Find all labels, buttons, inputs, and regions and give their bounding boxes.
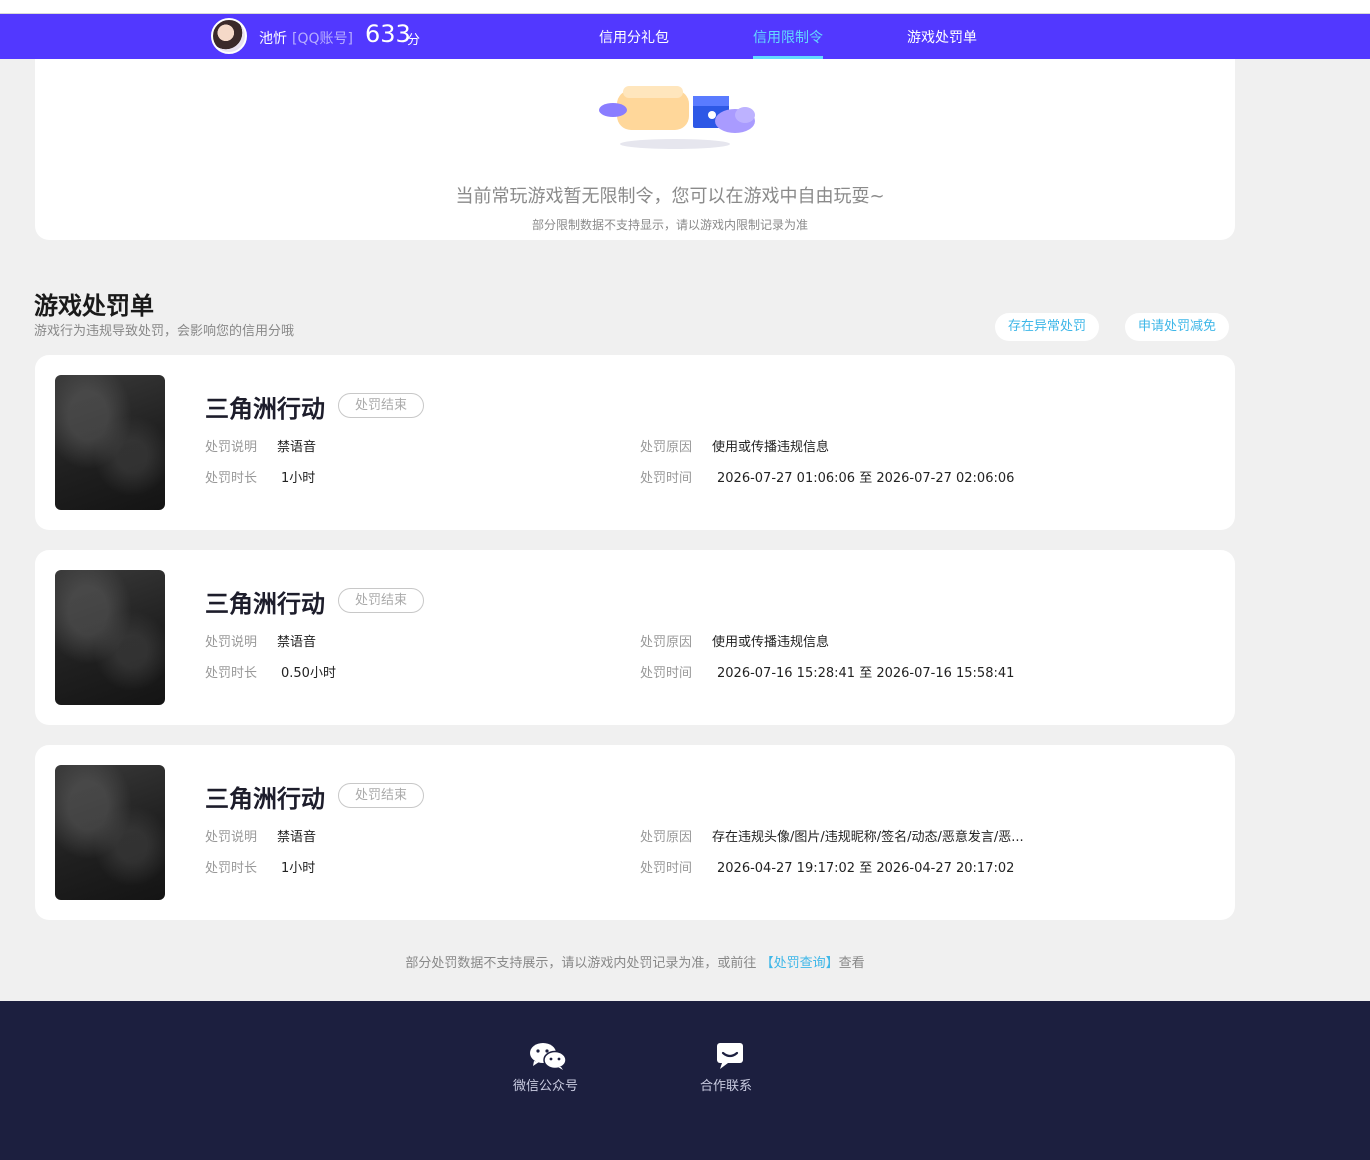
penalty-card: 三角洲行动 处罚结束 处罚说明 禁语音 处罚时长 1小时 处罚原因 存在违规头像… bbox=[35, 745, 1235, 920]
top-navbar: 池忻 [QQ账号] 633 分 信用分礼包 信用限制令 游戏处罚单 bbox=[0, 14, 1370, 59]
section-subtitle: 游戏行为违规导致处罚，会影响您的信用分哦 bbox=[34, 324, 295, 339]
restriction-card: 当前常玩游戏暂无限制令，您可以在游戏中自由玩耍~ 部分限制数据不支持显示，请以游… bbox=[35, 40, 1235, 240]
duration-label: 处罚时长 bbox=[205, 861, 258, 876]
time-label: 处罚时间 bbox=[640, 471, 693, 486]
game-name: 三角洲行动 bbox=[205, 395, 325, 423]
time-value: 2026-07-27 01:06:06 至 2026-07-27 02:06:0… bbox=[717, 471, 1015, 486]
reason-label: 处罚原因 bbox=[640, 440, 693, 455]
restriction-note: 部分限制数据不支持显示，请以游戏内限制记录为准 bbox=[531, 218, 808, 232]
time-label: 处罚时间 bbox=[640, 861, 693, 876]
abnormal-penalty-button[interactable]: 存在异常处罚 bbox=[995, 313, 1100, 341]
desc-value: 禁语音 bbox=[277, 440, 317, 455]
game-name: 三角洲行动 bbox=[205, 785, 325, 813]
time-value: 2026-04-27 19:17:02 至 2026-04-27 20:17:0… bbox=[717, 861, 1015, 876]
time-value: 2026-07-16 15:28:41 至 2026-07-16 15:58:4… bbox=[717, 666, 1015, 681]
top-strip bbox=[0, 0, 1370, 14]
penalty-bottom-note: 部分处罚数据不支持展示，请以游戏内处罚记录为准，或前往 【处罚查询】查看 bbox=[0, 952, 1270, 971]
penalty-card: 三角洲行动 处罚结束 处罚说明 禁语音 处罚时长 0.50小时 处罚原因 使用或… bbox=[35, 550, 1235, 725]
game-thumbnail bbox=[55, 375, 165, 510]
credit-score-unit: 分 bbox=[407, 33, 421, 48]
avatar[interactable] bbox=[211, 18, 247, 54]
desc-label: 处罚说明 bbox=[205, 440, 258, 455]
desc-label: 处罚说明 bbox=[205, 830, 258, 845]
reason-label: 处罚原因 bbox=[640, 635, 693, 650]
status-badge: 处罚结束 bbox=[338, 783, 424, 808]
desc-value: 禁语音 bbox=[277, 635, 317, 650]
duration-value: 0.50小时 bbox=[281, 666, 336, 681]
duration-value: 1小时 bbox=[281, 861, 316, 876]
restriction-empty-message: 当前常玩游戏暂无限制令，您可以在游戏中自由玩耍~ bbox=[455, 186, 885, 207]
active-tab-indicator bbox=[753, 56, 823, 59]
game-name: 三角洲行动 bbox=[205, 590, 325, 618]
note-text-end: 查看 bbox=[838, 956, 865, 971]
footer: 微信公众号 合作联系 bbox=[0, 1001, 1370, 1160]
game-thumbnail bbox=[55, 765, 165, 900]
reason-value: 使用或传播违规信息 bbox=[712, 635, 830, 650]
contact-label[interactable]: 合作联系 bbox=[700, 1075, 752, 1094]
time-label: 处罚时间 bbox=[640, 666, 693, 681]
tab-game-penalty[interactable]: 游戏处罚单 bbox=[907, 27, 977, 47]
status-badge: 处罚结束 bbox=[338, 393, 424, 418]
appeal-penalty-button[interactable]: 申请处罚减免 bbox=[1125, 313, 1230, 341]
desc-label: 处罚说明 bbox=[205, 635, 258, 650]
empty-illustration-icon bbox=[599, 86, 755, 149]
credit-score: 633 bbox=[365, 20, 411, 48]
reason-value: 使用或传播违规信息 bbox=[712, 440, 830, 455]
tab-credit-restriction[interactable]: 信用限制令 bbox=[753, 27, 823, 47]
penalty-query-link[interactable]: 【处罚查询】 bbox=[761, 956, 839, 971]
penalty-card: 三角洲行动 处罚结束 处罚说明 禁语音 处罚时长 1小时 处罚原因 使用或传播违… bbox=[35, 355, 1235, 530]
account-type: [QQ账号] bbox=[292, 31, 353, 47]
tab-credit-gift[interactable]: 信用分礼包 bbox=[599, 27, 669, 47]
duration-label: 处罚时长 bbox=[205, 471, 258, 486]
duration-value: 1小时 bbox=[281, 471, 316, 486]
wechat-label[interactable]: 微信公众号 bbox=[513, 1075, 578, 1094]
reason-label: 处罚原因 bbox=[640, 830, 693, 845]
reason-value: 存在违规头像/图片/违规昵称/签名/动态/恶意发言/恶... bbox=[712, 830, 1024, 845]
section-title: 游戏处罚单 bbox=[34, 292, 154, 320]
user-name: 池忻 bbox=[259, 31, 287, 47]
status-badge: 处罚结束 bbox=[338, 588, 424, 613]
note-text: 部分处罚数据不支持展示，请以游戏内处罚记录为准，或前往 bbox=[405, 956, 757, 971]
chat-bubble-icon[interactable] bbox=[710, 1041, 750, 1071]
duration-label: 处罚时长 bbox=[205, 666, 258, 681]
desc-value: 禁语音 bbox=[277, 830, 317, 845]
wechat-icon[interactable] bbox=[528, 1041, 568, 1071]
game-thumbnail bbox=[55, 570, 165, 705]
